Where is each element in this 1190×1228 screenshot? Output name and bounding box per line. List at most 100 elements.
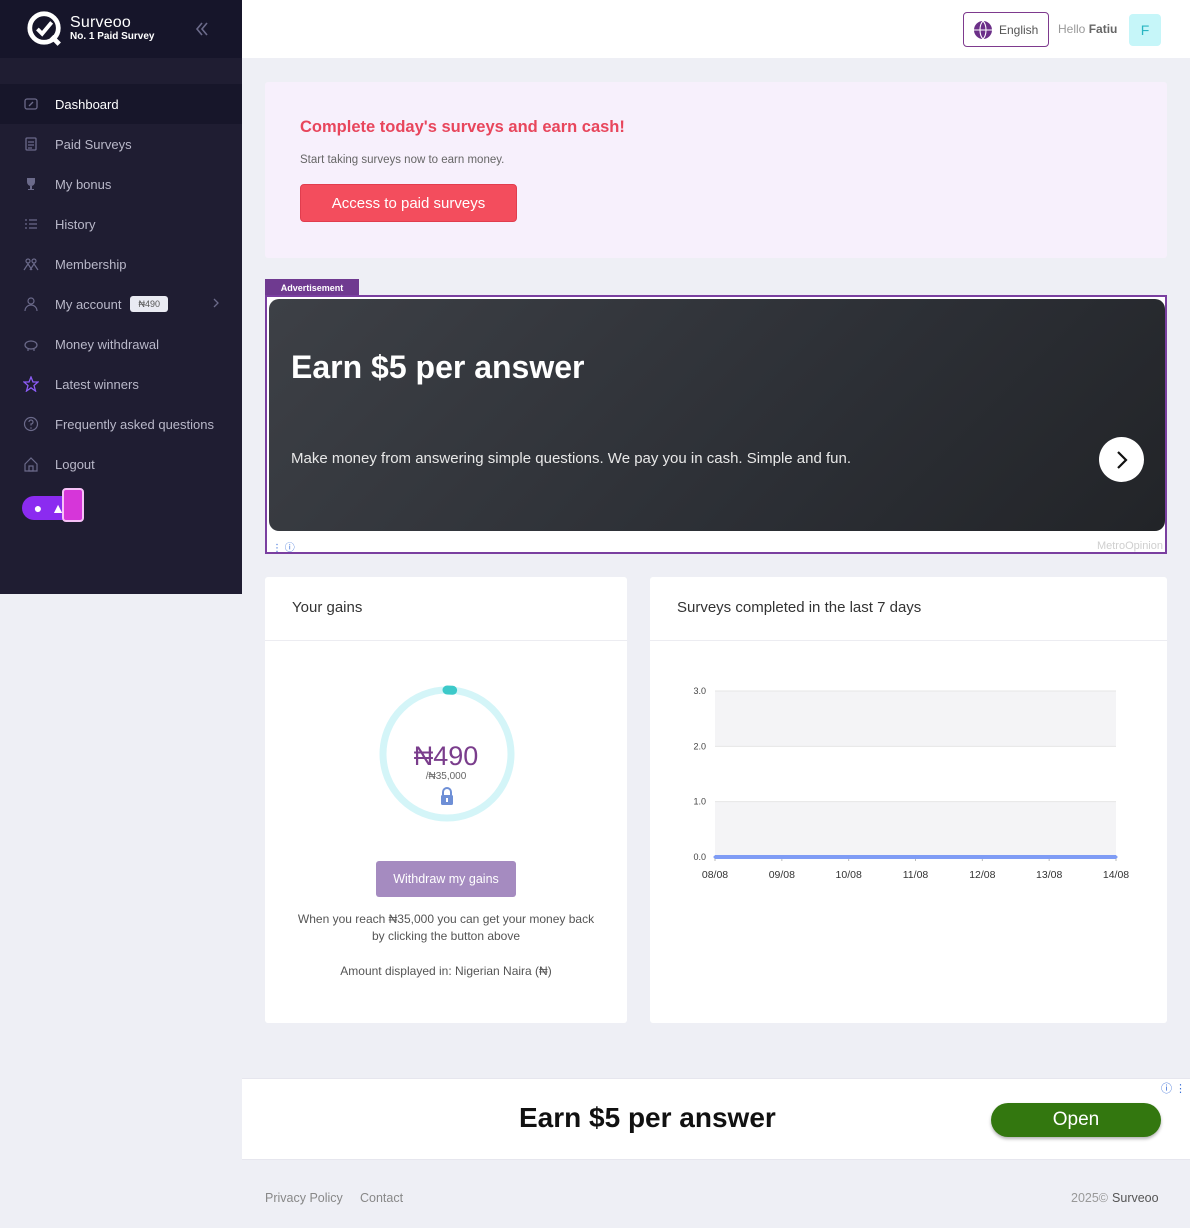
ad-card[interactable]: Earn $5 per answer Make money from answe… bbox=[269, 299, 1165, 531]
sidebar-item-money-withdrawal[interactable]: Money withdrawal bbox=[0, 324, 242, 364]
open-button[interactable]: Open bbox=[991, 1103, 1161, 1137]
sidebar-item-label: Money withdrawal bbox=[55, 336, 160, 352]
gains-card: Your gains ₦490 /₦35,000 Withdraw my gai… bbox=[265, 577, 627, 1023]
user-icon bbox=[22, 295, 40, 313]
sidebar-item-history[interactable]: History bbox=[0, 204, 242, 244]
x-tick-label: 11/08 bbox=[903, 869, 929, 881]
x-tick-label: 10/08 bbox=[836, 869, 862, 881]
language-selector[interactable]: English bbox=[963, 12, 1049, 47]
ad-headline: Earn $5 per answer bbox=[291, 349, 585, 385]
sidebar-item-my-bonus[interactable]: My bonus bbox=[0, 164, 242, 204]
gains-title: Your gains bbox=[265, 577, 627, 641]
piggy-bank-icon bbox=[22, 335, 40, 353]
sidebar-item-logout[interactable]: Logout bbox=[0, 444, 242, 484]
copyright-text: 2025© bbox=[1071, 1191, 1109, 1205]
greeting: Hello Fatiu bbox=[1058, 22, 1117, 36]
footer-copyright: 2025© Surveoo bbox=[1071, 1191, 1159, 1205]
globe-icon bbox=[974, 20, 992, 39]
user-name: Fatiu bbox=[1088, 22, 1118, 36]
contact-link[interactable]: Contact bbox=[360, 1191, 403, 1205]
y-tick-label: 2.0 bbox=[693, 741, 706, 751]
sidebar-item-label: Dashboard bbox=[55, 96, 119, 112]
surveoo-logo-icon[interactable] bbox=[26, 10, 64, 48]
promo-title: Complete today's surveys and earn cash! bbox=[300, 118, 625, 136]
chart-title: Surveys completed in the last 7 days bbox=[650, 577, 1167, 641]
chevron-right-icon[interactable] bbox=[212, 297, 220, 309]
sidebar-item-label: History bbox=[55, 216, 96, 232]
data-point bbox=[1114, 855, 1118, 859]
x-tick-label: 14/08 bbox=[1103, 869, 1129, 881]
data-point bbox=[980, 855, 984, 859]
sidebar-item-dashboard[interactable]: Dashboard bbox=[0, 84, 242, 124]
sidebar-item-label: Latest winners bbox=[55, 376, 139, 392]
avatar[interactable]: F bbox=[1129, 14, 1161, 46]
ad-info-icon[interactable]: ⓘ ⋮ bbox=[1161, 1080, 1186, 1096]
x-tick-label: 09/08 bbox=[769, 869, 795, 881]
sidebar-item-faq[interactable]: Frequently asked questions bbox=[0, 404, 242, 444]
greeting-hello: Hello bbox=[1058, 22, 1086, 36]
privacy-policy-link[interactable]: Privacy Policy bbox=[265, 1191, 343, 1205]
sidebar-item-paid-surveys[interactable]: Paid Surveys bbox=[0, 124, 242, 164]
x-tick-label: 08/08 bbox=[702, 869, 728, 881]
chevron-right-icon bbox=[1116, 450, 1128, 469]
star-icon bbox=[22, 375, 40, 393]
sidebar-item-label: Logout bbox=[55, 456, 95, 472]
question-icon bbox=[22, 415, 40, 433]
ad-label: Advertisement bbox=[265, 279, 359, 296]
access-surveys-button[interactable]: Access to paid surveys bbox=[300, 184, 517, 222]
y-tick-label: 3.0 bbox=[693, 686, 706, 696]
sidebar-item-label: Paid Surveys bbox=[55, 136, 132, 152]
data-point bbox=[914, 855, 917, 859]
clipboard-icon bbox=[22, 135, 40, 153]
lock-icon bbox=[441, 787, 453, 805]
trophy-icon bbox=[22, 175, 40, 193]
sidebar-item-my-account[interactable]: My account ₦490 bbox=[0, 284, 242, 324]
ad-info-icon[interactable]: ⋮ ⓘ bbox=[272, 539, 295, 554]
surveys-chart-card: Surveys completed in the last 7 days 3.0… bbox=[650, 577, 1167, 1023]
list-icon bbox=[22, 215, 40, 233]
grid-band bbox=[715, 801, 1116, 857]
bottom-ad-headline: Earn $5 per answer bbox=[519, 1102, 776, 1133]
sidebar-item-label: My account bbox=[55, 296, 122, 312]
sidebar-header: Surveoo No. 1 Paid Survey bbox=[0, 0, 242, 58]
withdraw-button[interactable]: Withdraw my gains bbox=[376, 861, 516, 897]
sidebar-item-membership[interactable]: Membership bbox=[0, 244, 242, 284]
sidebar-item-label: Frequently asked questions bbox=[55, 416, 214, 432]
footer-brand: Surveoo bbox=[1112, 1191, 1159, 1205]
y-tick-label: 1.0 bbox=[693, 797, 706, 807]
promo-banner: Complete today's surveys and earn cash! … bbox=[265, 82, 1167, 258]
mobile-apps-button[interactable]: ● ▲ bbox=[22, 488, 84, 522]
sidebar-item-latest-winners[interactable]: Latest winners bbox=[0, 364, 242, 404]
data-point bbox=[713, 855, 717, 859]
users-icon bbox=[22, 255, 40, 273]
sidebar-item-label: Membership bbox=[55, 256, 127, 272]
promo-subtitle: Start taking surveys now to earn money. bbox=[300, 154, 505, 166]
y-tick-label: 0.0 bbox=[693, 852, 706, 862]
brand-name: Surveoo bbox=[70, 14, 131, 31]
sidebar-item-label: My bonus bbox=[55, 176, 112, 192]
data-point bbox=[847, 855, 851, 859]
x-tick-label: 12/08 bbox=[969, 869, 995, 881]
phone-icon bbox=[62, 488, 84, 522]
sidebar: Surveoo No. 1 Paid Survey Dashboard Paid… bbox=[0, 0, 242, 594]
language-label: English bbox=[999, 22, 1039, 37]
currency-note: Amount displayed in: Nigerian Naira (₦) bbox=[340, 964, 552, 978]
gains-goal: /₦35,000 bbox=[425, 771, 467, 782]
gains-note: When you reach ₦35,000 you can get your … bbox=[297, 912, 595, 943]
brand-tagline: No. 1 Paid Survey bbox=[70, 31, 155, 42]
dashboard-icon bbox=[22, 95, 40, 113]
sidebar-nav: Dashboard Paid Surveys My bonus History … bbox=[0, 84, 242, 484]
apple-icon: ● bbox=[33, 500, 43, 516]
advertisement[interactable]: Earn $5 per answer Make money from answe… bbox=[265, 295, 1167, 554]
collapse-sidebar-icon[interactable] bbox=[194, 21, 208, 37]
brand: Surveoo No. 1 Paid Survey bbox=[70, 15, 154, 43]
data-point bbox=[1047, 855, 1051, 859]
ad-text: Make money from answering simple questio… bbox=[291, 450, 851, 467]
grid-band bbox=[715, 691, 1116, 747]
ad-brand: MetroOpinion bbox=[1096, 540, 1163, 552]
ad-arrow-button[interactable] bbox=[1099, 437, 1144, 482]
topbar: English Hello Fatiu F bbox=[242, 0, 1190, 58]
bottom-advertisement[interactable]: Earn $5 per answer Open ⓘ ⋮ bbox=[242, 1078, 1190, 1160]
home-icon bbox=[22, 455, 40, 473]
data-point bbox=[780, 855, 784, 859]
